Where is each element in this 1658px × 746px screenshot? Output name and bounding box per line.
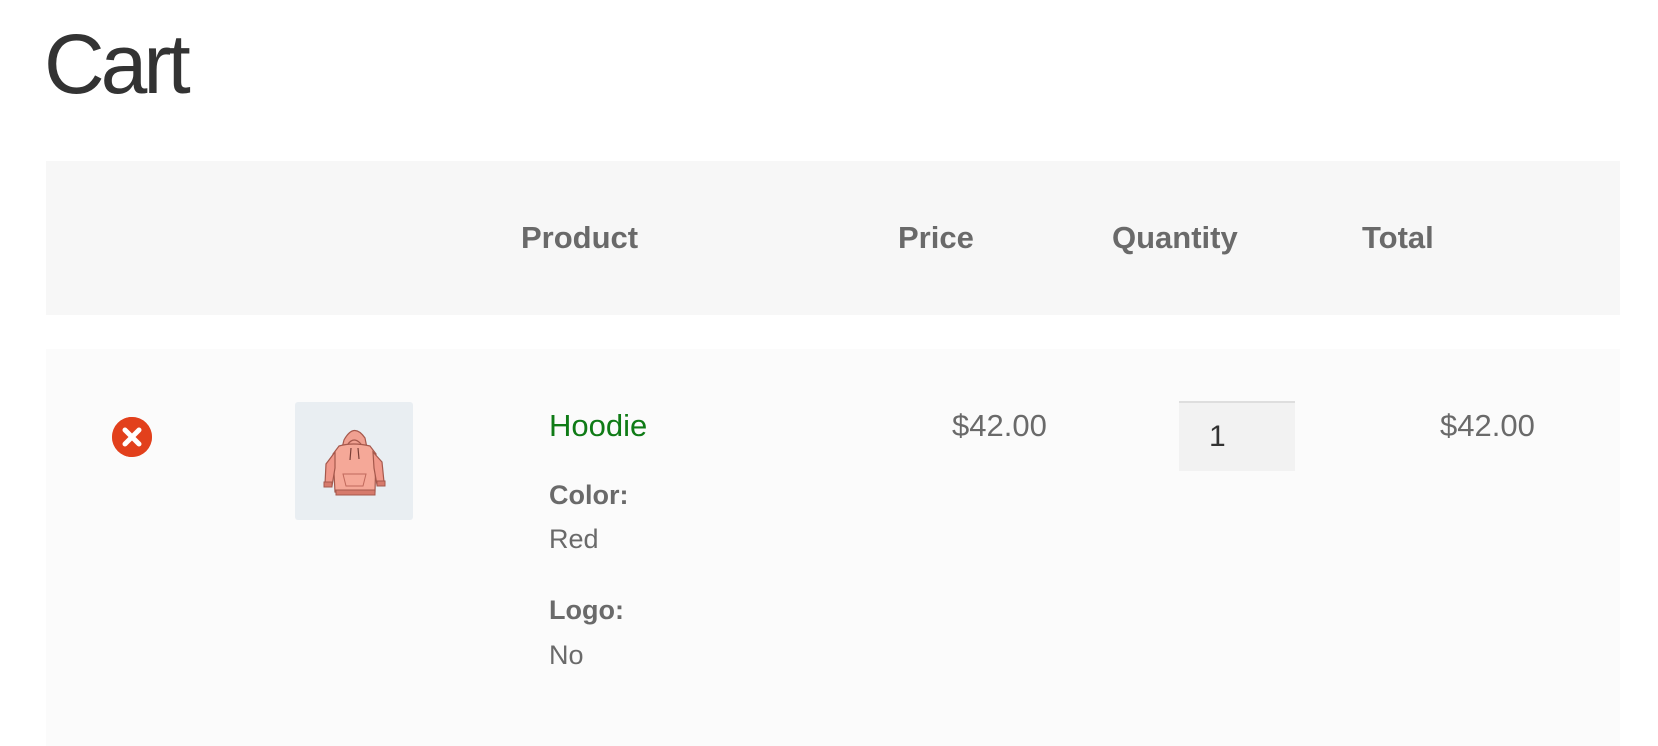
table-spacer — [46, 315, 1620, 349]
meta-label-color: Color: — [549, 480, 629, 510]
column-header-price: Price — [898, 220, 974, 255]
meta-value-logo: No — [549, 640, 584, 670]
item-price: $42.00 — [952, 408, 1047, 443]
cart-item-row: Hoodie Color: Red Logo: No $42.00 $42.00 — [46, 349, 1620, 746]
cart-table: Product Price Quantity Total Hoodie Colo… — [46, 161, 1620, 746]
page-title: Cart — [44, 17, 191, 111]
quantity-input[interactable] — [1179, 401, 1295, 471]
item-total: $42.00 — [1440, 408, 1535, 443]
meta-label-logo: Logo: — [549, 595, 624, 625]
column-header-product: Product — [521, 220, 639, 255]
product-name-link[interactable]: Hoodie — [549, 408, 647, 444]
column-header-quantity: Quantity — [1112, 220, 1238, 255]
column-header-total: Total — [1362, 220, 1434, 255]
hoodie-icon — [323, 429, 386, 496]
remove-item-button[interactable] — [112, 417, 152, 457]
meta-value-color: Red — [549, 524, 599, 554]
product-thumbnail[interactable] — [295, 402, 413, 520]
remove-icon — [112, 417, 152, 457]
cart-table-header: Product Price Quantity Total — [46, 161, 1620, 315]
cart-page: Cart Product Price Quantity Total Hoodie… — [0, 0, 1658, 746]
